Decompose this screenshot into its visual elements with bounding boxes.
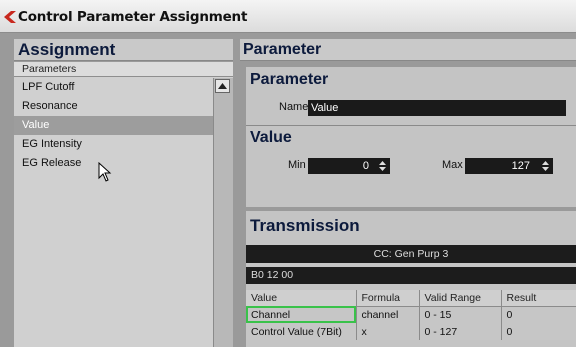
cell-value[interactable]: Channel xyxy=(246,306,357,323)
spin-arrows-icon[interactable] xyxy=(379,160,386,172)
window-title: Control Parameter Assignment xyxy=(18,9,248,25)
parameter-header: Parameter xyxy=(240,39,576,61)
message-type-field[interactable]: CC: Gen Purp 3 xyxy=(246,245,576,263)
parameter-section-title: Parameter xyxy=(250,71,329,88)
parameters-list: LPF Cutoff Resonance Value EG Intensity … xyxy=(14,78,214,173)
parameters-column-header[interactable]: Parameters xyxy=(14,62,233,77)
transmission-section-title: Transmission xyxy=(250,216,360,235)
mouse-pointer-icon xyxy=(98,162,112,182)
assignment-panel: Assignment Parameters LPF Cutoff Resonan… xyxy=(14,39,233,347)
title-bar: Control Parameter Assignment xyxy=(0,0,576,33)
name-field[interactable]: Value xyxy=(308,100,566,116)
cell-formula[interactable]: x xyxy=(356,323,420,340)
cell-result[interactable]: 0 xyxy=(501,306,576,323)
column-header-valid-range[interactable]: Valid Range xyxy=(419,290,502,307)
transmission-section: Transmission CC: Gen Purp 3 B0 12 00 Val… xyxy=(246,211,576,347)
max-value: 127 xyxy=(511,160,530,172)
back-arrow-icon[interactable] xyxy=(4,11,16,23)
cell-value[interactable]: Control Value (7Bit) xyxy=(246,323,357,340)
parameters-list-box: Parameters LPF Cutoff Resonance Value EG… xyxy=(14,62,233,347)
min-value: 0 xyxy=(362,160,369,172)
triangle-up-icon xyxy=(218,83,227,89)
cell-result[interactable]: 0 xyxy=(501,323,576,340)
table-row[interactable]: Control Value (7Bit) x 0 - 127 0 xyxy=(246,323,576,340)
parameter-panel-title: Parameter xyxy=(243,41,322,58)
spin-arrows-icon[interactable] xyxy=(542,160,549,172)
list-item-resonance[interactable]: Resonance xyxy=(14,97,214,116)
cell-valid-range[interactable]: 0 - 127 xyxy=(419,323,502,340)
list-item-value[interactable]: Value xyxy=(14,116,214,135)
control-parameter-assignment-window: Control Parameter Assignment Assignment … xyxy=(0,0,576,347)
assignment-header: Assignment xyxy=(14,39,233,61)
column-header-formula[interactable]: Formula xyxy=(356,290,420,307)
parameter-section: Parameter Name Value xyxy=(246,67,576,125)
cell-valid-range[interactable]: 0 - 15 xyxy=(419,306,502,323)
list-item-eg-release[interactable]: EG Release xyxy=(14,154,214,173)
table-row[interactable]: Channel channel 0 - 15 0 xyxy=(246,306,576,323)
list-item-lpf-cutoff[interactable]: LPF Cutoff xyxy=(14,78,214,97)
scroll-up-button[interactable] xyxy=(215,79,230,93)
column-header-value[interactable]: Value xyxy=(246,290,357,307)
name-label: Name xyxy=(279,101,309,113)
max-label: Max xyxy=(442,159,463,171)
min-label: Min xyxy=(288,159,306,171)
assignment-title: Assignment xyxy=(18,40,116,59)
value-section-title: Value xyxy=(250,129,292,146)
max-field[interactable]: 127 xyxy=(465,158,553,174)
list-item-eg-intensity[interactable]: EG Intensity xyxy=(14,135,214,154)
column-header-result[interactable]: Result xyxy=(501,290,576,307)
list-scrollbar[interactable] xyxy=(213,78,233,347)
value-section: Value Min 0 Max 127 xyxy=(246,125,576,207)
cell-formula[interactable]: channel xyxy=(356,306,420,323)
parameter-panel: Parameter Parameter Name Value Value Min… xyxy=(240,39,576,347)
hex-string-field[interactable]: B0 12 00 xyxy=(246,267,576,284)
transmission-table: Value Formula Valid Range Result Channel… xyxy=(246,290,576,340)
min-field[interactable]: 0 xyxy=(308,158,390,174)
table-header-row: Value Formula Valid Range Result xyxy=(246,290,576,307)
